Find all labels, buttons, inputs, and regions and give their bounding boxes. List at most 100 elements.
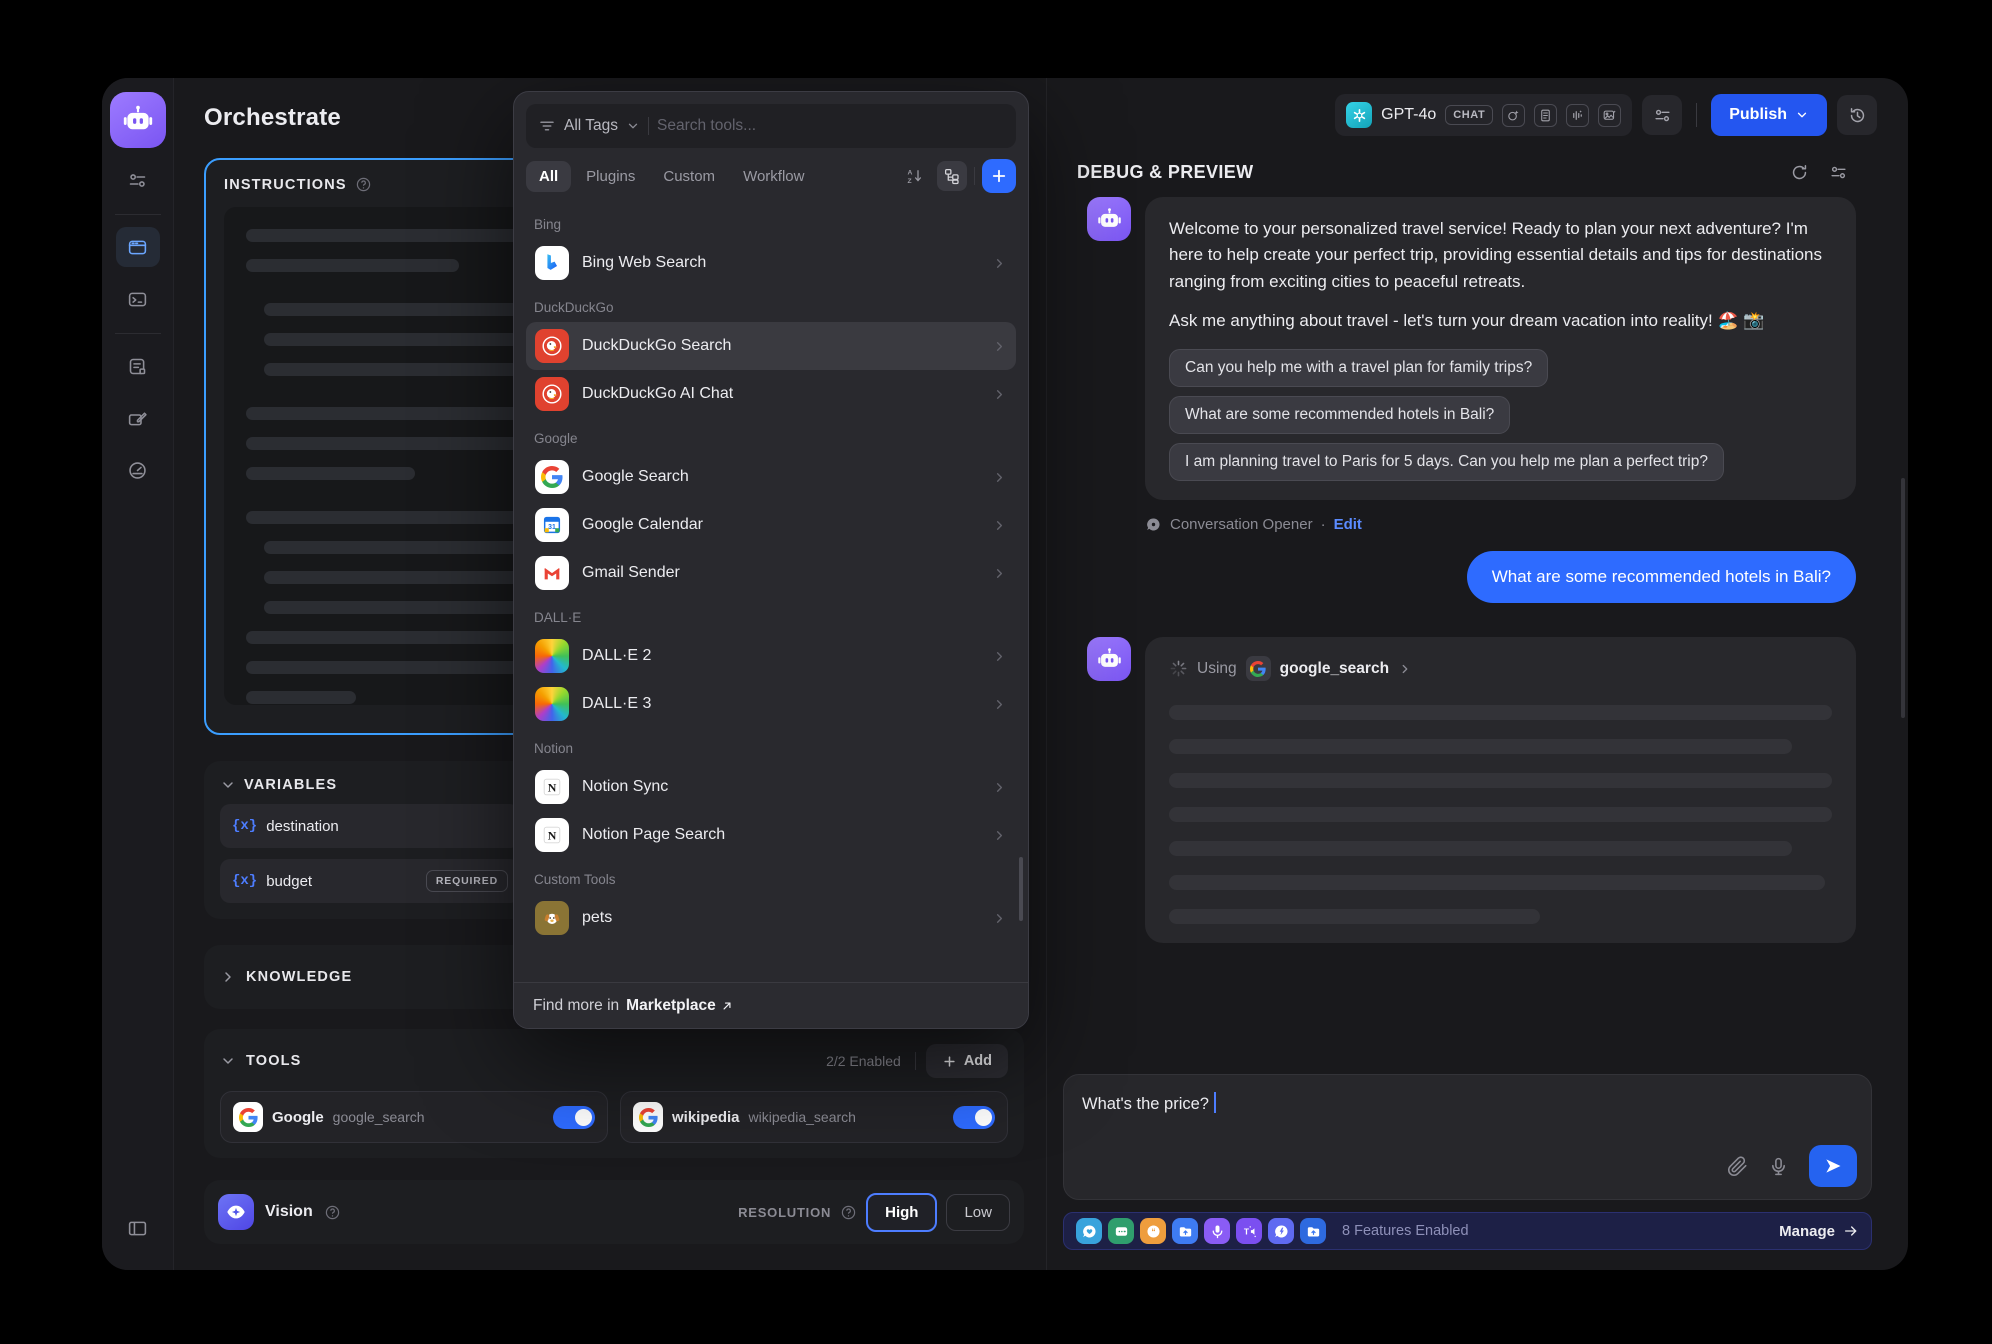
tool-call-prefix: Using [1197,660,1237,678]
tool-row-google-search[interactable]: Google Search [526,453,1016,501]
tool-id: wikipedia_search [749,1109,856,1125]
tab-workflow[interactable]: Workflow [730,161,817,192]
sidebar-item-logs[interactable] [116,346,160,386]
suggestion-chip[interactable]: I am planning travel to Paris for 5 days… [1169,443,1724,481]
chat-mode-badge: CHAT [1445,105,1493,125]
chat-bubble-icon [1145,516,1162,533]
tool-call-status[interactable]: Using google_search [1169,656,1832,681]
tool-row-duckduckgo-ai-chat[interactable]: DuckDuckGo AI Chat [526,370,1016,418]
tool-row-notion-page-search[interactable]: Notion Page Search [526,811,1016,859]
section-header: Bing [534,217,1008,232]
tool-row-google-calendar[interactable]: Google Calendar [526,501,1016,549]
model-settings-button[interactable] [1642,95,1682,135]
manage-features-link[interactable]: Manage [1779,1223,1859,1240]
tab-all[interactable]: All [526,161,571,192]
bot-avatar [1087,637,1131,681]
robot-icon [1096,646,1123,673]
chat-scrollbar[interactable] [1901,478,1905,718]
create-tool-button[interactable] [982,159,1016,193]
tags-filter[interactable]: All Tags [564,117,618,135]
attachment-icon[interactable] [1727,1156,1748,1177]
tool-id: google_search [333,1109,425,1125]
response-skeleton [1169,705,1832,924]
spinner-icon [1169,659,1188,678]
filter-icon [538,117,556,135]
tool-name: Google Search [582,468,689,486]
sidebar-divider [115,214,161,215]
find-more-label: Find more in [533,997,619,1015]
chat-area: Welcome to your personalized travel serv… [1047,183,1908,1054]
marketplace-footer[interactable]: Find more in Marketplace [514,982,1028,1028]
tab-custom[interactable]: Custom [650,161,728,192]
tool-name: Google Calendar [582,516,703,534]
suggestion-chip[interactable]: What are some recommended hotels in Bali… [1169,396,1510,434]
publish-button[interactable]: Publish [1711,94,1827,136]
tool-toggle-google-search[interactable] [553,1106,595,1129]
section-header: Notion [534,741,1008,756]
app-robot-avatar[interactable] [110,92,166,148]
sidebar-item-annotations[interactable] [116,398,160,438]
chevron-right-icon [992,566,1007,581]
knowledge-title: KNOWLEDGE [246,969,352,985]
chevron-down-icon [626,119,640,133]
tool-toggle-wikipedia-search[interactable] [953,1106,995,1129]
help-icon[interactable] [840,1204,857,1221]
model-selector[interactable]: GPT-4o CHAT [1335,94,1632,136]
tool-row-bing-web-search[interactable]: Bing Web Search [526,239,1016,287]
chevron-right-icon [220,969,236,985]
help-icon[interactable] [324,1204,341,1221]
chat-input[interactable]: What's the price? [1063,1074,1872,1200]
group-by-provider-button[interactable] [937,161,967,191]
sidebar-divider-2 [115,333,161,334]
variable-row-destination[interactable]: {x} destination [220,804,520,848]
sidebar-item-monitoring[interactable] [116,450,160,490]
tool-name: Notion Sync [582,778,668,796]
tool-card-wikipedia-search[interactable]: wikipedia wikipedia_search [620,1091,1008,1143]
tool-picker-popup: All Tags All Plugins Custom Workflow Bin… [513,91,1029,1029]
suggestion-chip[interactable]: Can you help me with a travel plan for f… [1169,349,1548,387]
tool-card-google-search[interactable]: Google google_search [220,1091,608,1143]
tab-plugins[interactable]: Plugins [573,161,648,192]
google-icon [1246,656,1271,681]
divider [1696,103,1697,127]
chevron-down-icon[interactable] [220,1053,236,1069]
google-icon [633,1102,663,1132]
section-header: Custom Tools [534,872,1008,887]
microphone-icon[interactable] [1768,1156,1789,1177]
restart-icon[interactable] [1790,163,1809,182]
variable-name: destination [266,818,339,835]
tool-row-dalle-3[interactable]: DALL·E 3 [526,680,1016,728]
instructions-title: INSTRUCTIONS [224,177,347,193]
divider [648,117,649,135]
features-bar[interactable]: 8 Features Enabled Manage [1063,1212,1872,1250]
edit-opener-link[interactable]: Edit [1334,516,1362,533]
help-icon[interactable] [355,176,372,193]
resolution-low-button[interactable]: Low [946,1194,1010,1231]
tool-row-notion-sync[interactable]: Notion Sync [526,763,1016,811]
variables-title: VARIABLES [244,777,337,793]
resolution-high-button[interactable]: High [866,1193,937,1232]
send-button[interactable] [1809,1145,1857,1187]
vision-eye-icon [218,1194,254,1230]
collapse-panel-button[interactable] [116,1208,160,1248]
sort-az-button[interactable] [900,161,930,191]
tool-row-duckduckgo-search[interactable]: DuckDuckGo Search [526,322,1016,370]
version-history-button[interactable] [1837,95,1877,135]
tool-row-gmail-sender[interactable]: Gmail Sender [526,549,1016,597]
tool-row-dalle-2[interactable]: DALL·E 2 [526,632,1016,680]
tool-name: Gmail Sender [582,564,680,582]
variable-row-budget[interactable]: {x} budget REQUIRED [220,859,520,903]
sidebar-item-terminal[interactable] [116,279,160,319]
marketplace-link[interactable]: Marketplace [626,997,734,1015]
sidebar-item-orchestrate[interactable] [116,160,160,200]
chevron-down-icon [1795,108,1809,122]
tool-search-input[interactable] [657,117,1004,135]
popup-scrollbar[interactable] [1019,857,1023,921]
tools-enabled-summary: 2/2 Enabled [826,1053,901,1069]
quote-feature-icon [1140,1218,1166,1244]
sidebar-item-build[interactable] [116,227,160,267]
add-tool-button[interactable]: Add [926,1044,1008,1078]
tool-row-pets[interactable]: pets [526,894,1016,942]
preview-settings-icon[interactable] [1829,163,1848,182]
text-cursor [1214,1092,1216,1113]
